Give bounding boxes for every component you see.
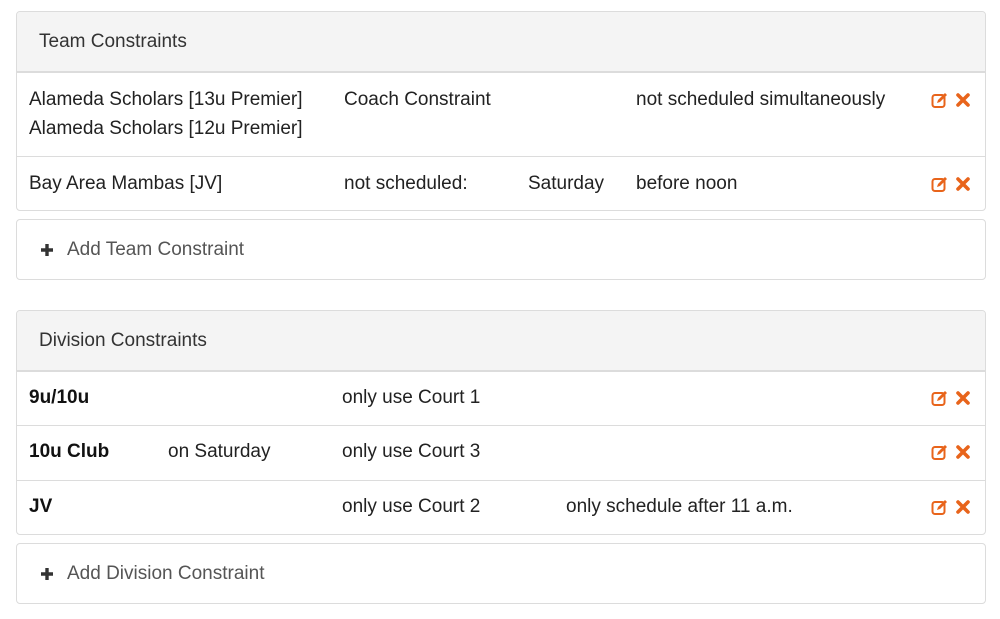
delete-icon[interactable] <box>953 90 973 110</box>
division-constraint-row: 10u Club on Saturday only use Court 3 <box>17 425 985 480</box>
division-name: 10u Club <box>29 441 110 462</box>
constraint-rule: before noon <box>636 173 738 194</box>
team-name: Alameda Scholars [13u Premier] <box>29 89 303 110</box>
division-constraints-panel: Division Constraints 9u/10u only use Cou… <box>16 310 986 535</box>
edit-icon[interactable] <box>930 497 950 517</box>
team-name: Bay Area Mambas [JV] <box>29 173 223 194</box>
edit-icon[interactable] <box>930 388 950 408</box>
constraint-type: Coach Constraint <box>344 89 491 110</box>
delete-icon[interactable] <box>953 442 973 462</box>
add-team-constraint-label: Add Team Constraint <box>67 238 245 260</box>
add-division-constraint-button[interactable]: Add Division Constraint <box>16 543 986 604</box>
division-constraints-heading: Division Constraints <box>17 311 985 371</box>
team-constraint-row: Alameda Scholars [13u Premier] Alameda S… <box>17 72 985 156</box>
team-constraint-row: Bay Area Mambas [JV] not scheduled: Satu… <box>17 156 985 210</box>
division-constraint-row: JV only use Court 2 only schedule after … <box>17 480 985 534</box>
plus-icon <box>39 566 55 582</box>
plus-icon <box>39 242 55 258</box>
division-name: JV <box>29 496 53 517</box>
team-constraints-panel: Team Constraints Alameda Scholars [13u P… <box>16 11 986 211</box>
constraint-time: only schedule after 11 a.m. <box>566 496 793 517</box>
constraint-when: on Saturday <box>168 441 271 462</box>
delete-icon[interactable] <box>953 388 973 408</box>
constraint-type: not scheduled: <box>344 173 468 194</box>
add-division-constraint-label: Add Division Constraint <box>67 562 265 584</box>
division-constraints-title: Division Constraints <box>39 329 207 351</box>
division-name: 9u/10u <box>29 387 90 408</box>
delete-icon[interactable] <box>953 497 973 517</box>
delete-icon[interactable] <box>953 174 973 194</box>
constraint-court: only use Court 3 <box>342 441 481 462</box>
constraint-day: Saturday <box>528 173 605 194</box>
team-name: Alameda Scholars [12u Premier] <box>29 118 303 139</box>
constraint-court: only use Court 2 <box>342 496 481 517</box>
edit-icon[interactable] <box>930 442 950 462</box>
edit-icon[interactable] <box>930 174 950 194</box>
team-constraints-title: Team Constraints <box>39 30 187 52</box>
team-constraints-heading: Team Constraints <box>17 12 985 72</box>
add-team-constraint-button[interactable]: Add Team Constraint <box>16 219 986 280</box>
constraint-rule: not scheduled simultaneously <box>636 89 886 110</box>
division-constraint-row: 9u/10u only use Court 1 <box>17 371 985 425</box>
constraint-court: only use Court 1 <box>342 387 481 408</box>
edit-icon[interactable] <box>930 90 950 110</box>
